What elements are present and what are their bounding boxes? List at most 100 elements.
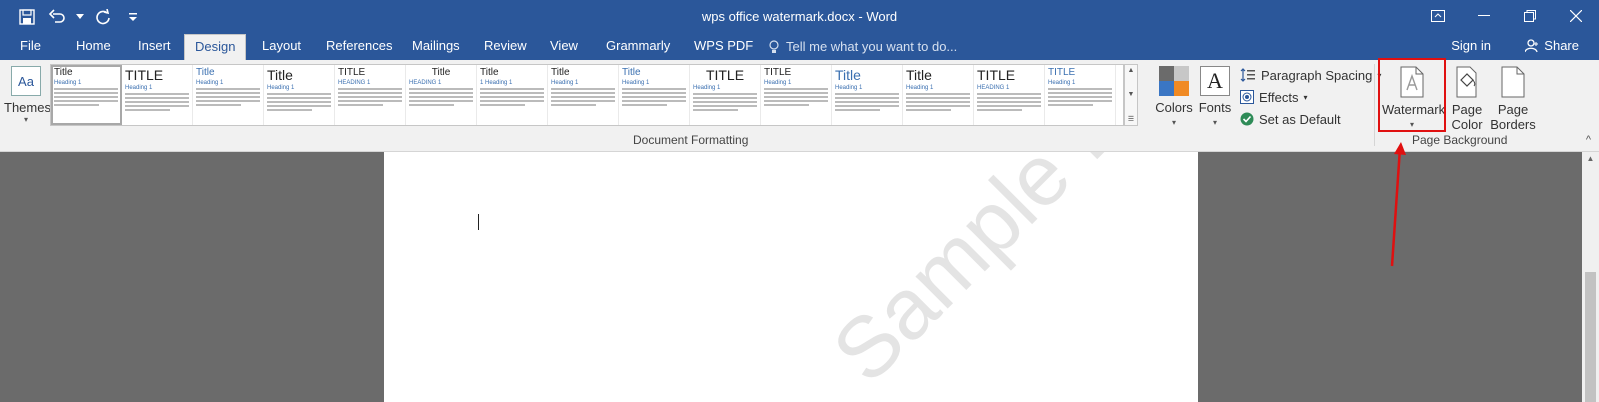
style-set-item[interactable]: TITLE HEADING 1 (335, 65, 406, 125)
gallery-more-icon[interactable]: ☰ (1128, 115, 1134, 123)
style-set-line (764, 104, 809, 106)
window-title: wps office watermark.docx - Word (701, 9, 898, 24)
style-set-heading: Heading 1 (125, 85, 153, 91)
style-set-title: TITLE (1048, 67, 1076, 78)
style-set-item[interactable]: Title Heading 1 (548, 65, 619, 125)
style-set-title: TITLE (705, 67, 745, 83)
effects-dropdown-icon: ▾ (1303, 92, 1308, 102)
collapse-ribbon-icon[interactable]: ^ (1586, 134, 1591, 146)
style-set-line (835, 101, 899, 103)
style-set-line (409, 96, 473, 98)
share-button[interactable]: Share (1525, 34, 1579, 58)
tab-wps-pdf[interactable]: WPS PDF (684, 34, 763, 60)
style-set-line (125, 105, 189, 107)
style-set-line (551, 104, 596, 106)
tell-me-search[interactable]: Tell me what you want to do... (768, 34, 957, 60)
paragraph-spacing-button[interactable]: Paragraph Spacing ▾ (1240, 64, 1381, 86)
set-as-default-button[interactable]: Set as Default (1240, 108, 1381, 130)
style-set-title: Title (906, 67, 932, 83)
share-label: Share (1544, 38, 1579, 53)
style-set-gallery: Title Heading 1 TITLE Heading 1 Title Heading… (50, 64, 1124, 126)
style-set-line (409, 104, 454, 106)
style-set-item[interactable]: TITLE Heading 1 (1045, 65, 1116, 125)
style-set-line (54, 88, 118, 90)
page-color-button[interactable]: Page Color (1446, 64, 1488, 132)
style-set-line (480, 88, 544, 90)
style-set-item[interactable]: Title Heading 1 (264, 65, 335, 125)
style-set-item[interactable]: TITLE Heading 1 (761, 65, 832, 125)
fonts-button[interactable]: A Fonts ▾ (1196, 64, 1234, 130)
style-set-line (54, 92, 118, 94)
style-set-title: TITLE (338, 67, 366, 78)
tab-references[interactable]: References (316, 34, 402, 60)
ribbon-display-options-icon[interactable] (1415, 0, 1461, 32)
style-set-line (622, 100, 686, 102)
tab-grammarly[interactable]: Grammarly (596, 34, 680, 60)
tab-layout[interactable]: Layout (252, 34, 311, 60)
style-set-line (125, 101, 189, 103)
scroll-up-icon[interactable]: ▲ (1582, 152, 1599, 166)
style-set-heading: Heading 1 (906, 85, 934, 91)
style-set-line (551, 92, 615, 94)
style-set-line (906, 109, 951, 111)
group-separator (1374, 64, 1375, 146)
style-set-item[interactable]: TITLE HEADING 1 (974, 65, 1045, 125)
style-set-line (125, 97, 189, 99)
themes-dropdown-icon: ▾ (23, 115, 28, 124)
style-set-line (622, 88, 686, 90)
style-set-line (693, 105, 757, 107)
tab-review[interactable]: Review (474, 34, 537, 60)
scroll-thumb[interactable] (1585, 272, 1596, 402)
style-set-item[interactable]: Title Heading 1 (903, 65, 974, 125)
style-set-line (267, 105, 331, 107)
page-color-label: Page Color (1451, 102, 1483, 132)
tab-view[interactable]: View (540, 34, 588, 60)
page-borders-button[interactable]: Page Borders (1490, 64, 1536, 132)
document-page[interactable]: Sample Doc (384, 152, 1198, 402)
gallery-scroll[interactable]: ▲ ▼ ☰ (1124, 64, 1138, 126)
style-set-item[interactable]: Title Heading 1 (619, 65, 690, 125)
check-circle-icon (1240, 112, 1254, 126)
sign-in-link[interactable]: Sign in (1451, 34, 1491, 58)
style-set-item[interactable]: Title HEADING 1 (406, 65, 477, 125)
document-formatting-group-label: Document Formatting (633, 133, 749, 147)
style-set-item[interactable]: Title Heading 1 (51, 65, 122, 125)
tell-me-placeholder: Tell me what you want to do... (786, 39, 958, 54)
vertical-scrollbar[interactable]: ▲ (1582, 152, 1599, 402)
style-set-item[interactable]: Title Heading 1 (832, 65, 903, 125)
style-set-item[interactable]: Title 1 Heading 1 (477, 65, 548, 125)
restore-icon[interactable] (1507, 0, 1553, 32)
tab-file[interactable]: File (10, 34, 51, 60)
style-set-item[interactable]: Title Heading 1 (193, 65, 264, 125)
design-ribbon: Aa Themes ▾ Title Heading 1 TITLE Heading 1… (0, 60, 1599, 152)
document-area: Sample Doc ▲ (0, 152, 1599, 402)
style-set-heading: Heading 1 (196, 80, 224, 86)
minimize-icon[interactable] (1461, 0, 1507, 32)
style-set-line (54, 104, 99, 106)
themes-button[interactable]: Aa Themes ▾ (4, 64, 51, 130)
page-borders-label: Page Borders (1490, 102, 1536, 132)
style-set-line (693, 97, 757, 99)
style-set-heading: Heading 1 (54, 80, 82, 86)
style-set-line (196, 92, 260, 94)
style-set-heading: HEADING 1 (409, 80, 442, 86)
style-set-line (906, 101, 970, 103)
tab-home[interactable]: Home (66, 34, 121, 60)
style-set-line (267, 109, 312, 111)
style-set-item[interactable]: TITLE Heading 1 (122, 65, 193, 125)
effects-button[interactable]: Effects ▾ (1240, 86, 1381, 108)
style-set-line (693, 93, 757, 95)
tab-design[interactable]: Design (184, 34, 247, 60)
style-set-heading: Heading 1 (693, 85, 721, 91)
close-icon[interactable] (1553, 0, 1599, 32)
gallery-down-icon[interactable]: ▼ (1128, 91, 1135, 98)
style-set-line (338, 100, 402, 102)
tab-mailings[interactable]: Mailings (402, 34, 470, 60)
colors-button[interactable]: Colors ▾ (1154, 64, 1194, 130)
style-set-item[interactable]: TITLE Heading 1 (690, 65, 761, 125)
gallery-up-icon[interactable]: ▲ (1128, 67, 1135, 74)
tab-insert[interactable]: Insert (128, 34, 181, 60)
style-set-line (835, 97, 899, 99)
style-set-heading: 1 Heading 1 (480, 80, 513, 86)
style-set-line (977, 109, 1022, 111)
